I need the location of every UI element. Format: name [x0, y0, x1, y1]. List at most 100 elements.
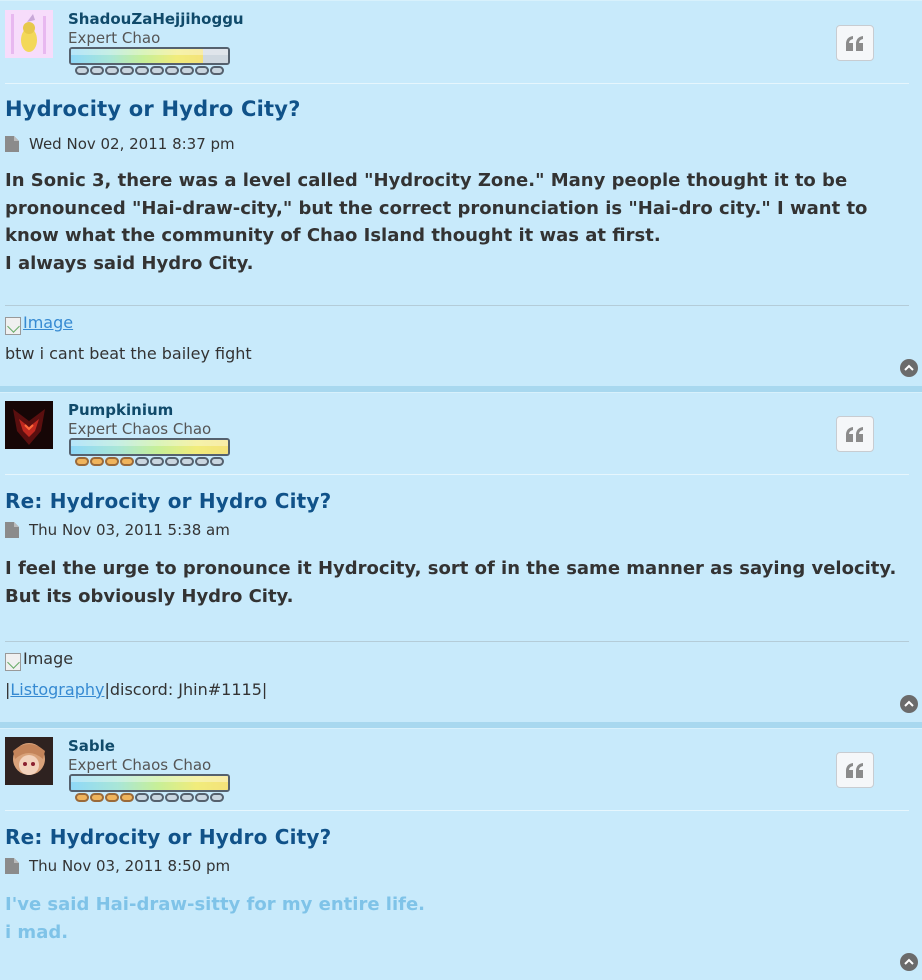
back-to-top-button[interactable]: [900, 359, 918, 377]
avatar[interactable]: [5, 401, 53, 449]
back-to-top-button[interactable]: [900, 953, 918, 971]
rank-pills: [75, 66, 224, 75]
rank-pill: [105, 457, 119, 466]
post-icon[interactable]: [5, 522, 19, 538]
signature-image[interactable]: Image: [5, 311, 73, 335]
post-icon[interactable]: [5, 858, 19, 874]
back-to-top-icon: [904, 700, 914, 707]
post-content: In Sonic 3, there was a level called "Hy…: [5, 167, 910, 277]
user-rank: Expert Chao: [68, 29, 161, 47]
signature-discord: |discord: Jhin#1115|: [104, 680, 268, 699]
post-content: I've said Hai-draw-sitty for my entire l…: [5, 891, 910, 946]
rank-pill: [210, 66, 224, 75]
rank-pill: [120, 66, 134, 75]
rank-pill: [90, 457, 104, 466]
signature-image-alt: Image: [23, 649, 74, 668]
rank-pill: [105, 793, 119, 802]
quote-icon: [846, 427, 863, 442]
rank-pills: [75, 793, 224, 802]
broken-image-icon: [5, 653, 21, 671]
rank-pill: [135, 457, 149, 466]
rank-pill: [165, 457, 179, 466]
rank-pill: [150, 66, 164, 75]
rank-pills: [75, 457, 224, 466]
user-rank: Expert Chaos Chao: [68, 756, 212, 774]
rank-pill: [150, 457, 164, 466]
back-to-top-icon: [904, 958, 914, 965]
post-3: Sable Expert Chaos Chao Re: Hydrocity or…: [0, 728, 922, 980]
content-line: I've said Hai-draw-sitty for my entire l…: [5, 894, 426, 915]
post-meta: Wed Nov 02, 2011 8:37 pm: [5, 135, 235, 153]
post-divider: [5, 83, 909, 84]
user-rank: Expert Chaos Chao: [68, 420, 212, 438]
rank-pill: [195, 793, 209, 802]
post-2: Pumpkinium Expert Chaos Chao Re: Hydroci…: [0, 392, 922, 722]
rank-pill: [195, 66, 209, 75]
post-icon[interactable]: [5, 136, 19, 152]
post-meta: Thu Nov 03, 2011 8:50 pm: [5, 857, 230, 875]
rank-pill: [90, 793, 104, 802]
content-line: know what the community of Chao Island t…: [5, 225, 661, 246]
signature-image-link[interactable]: Image: [23, 311, 73, 335]
post-1: ShadouZaHejjihoggu Expert Chao Hydrocity…: [0, 0, 922, 386]
post-content: I feel the urge to pronounce it Hydrocit…: [5, 555, 910, 610]
avatar[interactable]: [5, 10, 53, 58]
post-title[interactable]: Re: Hydrocity or Hydro City?: [5, 825, 331, 849]
signature: Image btw i cant beat the bailey fight: [5, 311, 252, 366]
listography-link[interactable]: Listography: [10, 680, 104, 699]
rank-pill: [105, 66, 119, 75]
rank-pill: [210, 793, 224, 802]
rank-pill: [180, 793, 194, 802]
content-line: In Sonic 3, there was a level called "Hy…: [5, 170, 848, 191]
content-line: I feel the urge to pronounce it Hydrocit…: [5, 558, 897, 579]
username[interactable]: Sable: [68, 737, 115, 755]
content-line: But its obviously Hydro City.: [5, 585, 294, 607]
post-title[interactable]: Hydrocity or Hydro City?: [5, 97, 301, 121]
quote-button[interactable]: [836, 416, 874, 452]
signature-text: btw i cant beat the bailey fight: [5, 344, 252, 363]
rank-pill: [90, 66, 104, 75]
rank-pill: [75, 793, 89, 802]
rank-progress-bar: [69, 774, 230, 792]
content-line: pronounced "Hai-draw-city," but the corr…: [5, 197, 868, 219]
signature: Image |Listography|discord: Jhin#1115|: [5, 647, 267, 702]
post-divider: [5, 474, 909, 475]
quote-button[interactable]: [836, 752, 874, 788]
signature-divider: [5, 641, 909, 642]
rank-progress-shine: [71, 49, 228, 55]
rank-pill: [75, 66, 89, 75]
back-to-top-button[interactable]: [900, 695, 918, 713]
post-divider: [5, 810, 909, 811]
rank-pill: [165, 793, 179, 802]
rank-pill: [135, 66, 149, 75]
rank-pill: [165, 66, 179, 75]
back-to-top-icon: [904, 364, 914, 371]
rank-progress-shine: [71, 776, 228, 782]
post-date: Thu Nov 03, 2011 5:38 am: [29, 521, 230, 539]
rank-pill: [75, 457, 89, 466]
post-meta: Thu Nov 03, 2011 5:38 am: [5, 521, 230, 539]
quote-icon: [846, 763, 863, 778]
avatar[interactable]: [5, 737, 53, 785]
content-line: i mad.: [5, 921, 69, 943]
rank-pill: [180, 457, 194, 466]
quote-button[interactable]: [836, 25, 874, 61]
rank-pill: [210, 457, 224, 466]
signature-image: Image: [5, 647, 73, 671]
content-line: I always said Hydro City.: [5, 252, 254, 274]
post-date: Thu Nov 03, 2011 8:50 pm: [29, 857, 231, 875]
signature-divider: [5, 305, 909, 306]
rank-pill: [120, 793, 134, 802]
rank-progress-bar: [69, 438, 230, 456]
rank-pill: [195, 457, 209, 466]
post-title[interactable]: Re: Hydrocity or Hydro City?: [5, 489, 331, 513]
rank-progress-bar: [69, 47, 230, 65]
username[interactable]: Pumpkinium: [68, 401, 173, 419]
signature-text: |Listography|discord: Jhin#1115|: [5, 678, 267, 702]
rank-pill: [135, 793, 149, 802]
rank-pill: [120, 457, 134, 466]
rank-pill: [180, 66, 194, 75]
quote-icon: [846, 36, 863, 51]
username[interactable]: ShadouZaHejjihoggu: [68, 10, 244, 28]
broken-image-icon: [5, 317, 21, 335]
